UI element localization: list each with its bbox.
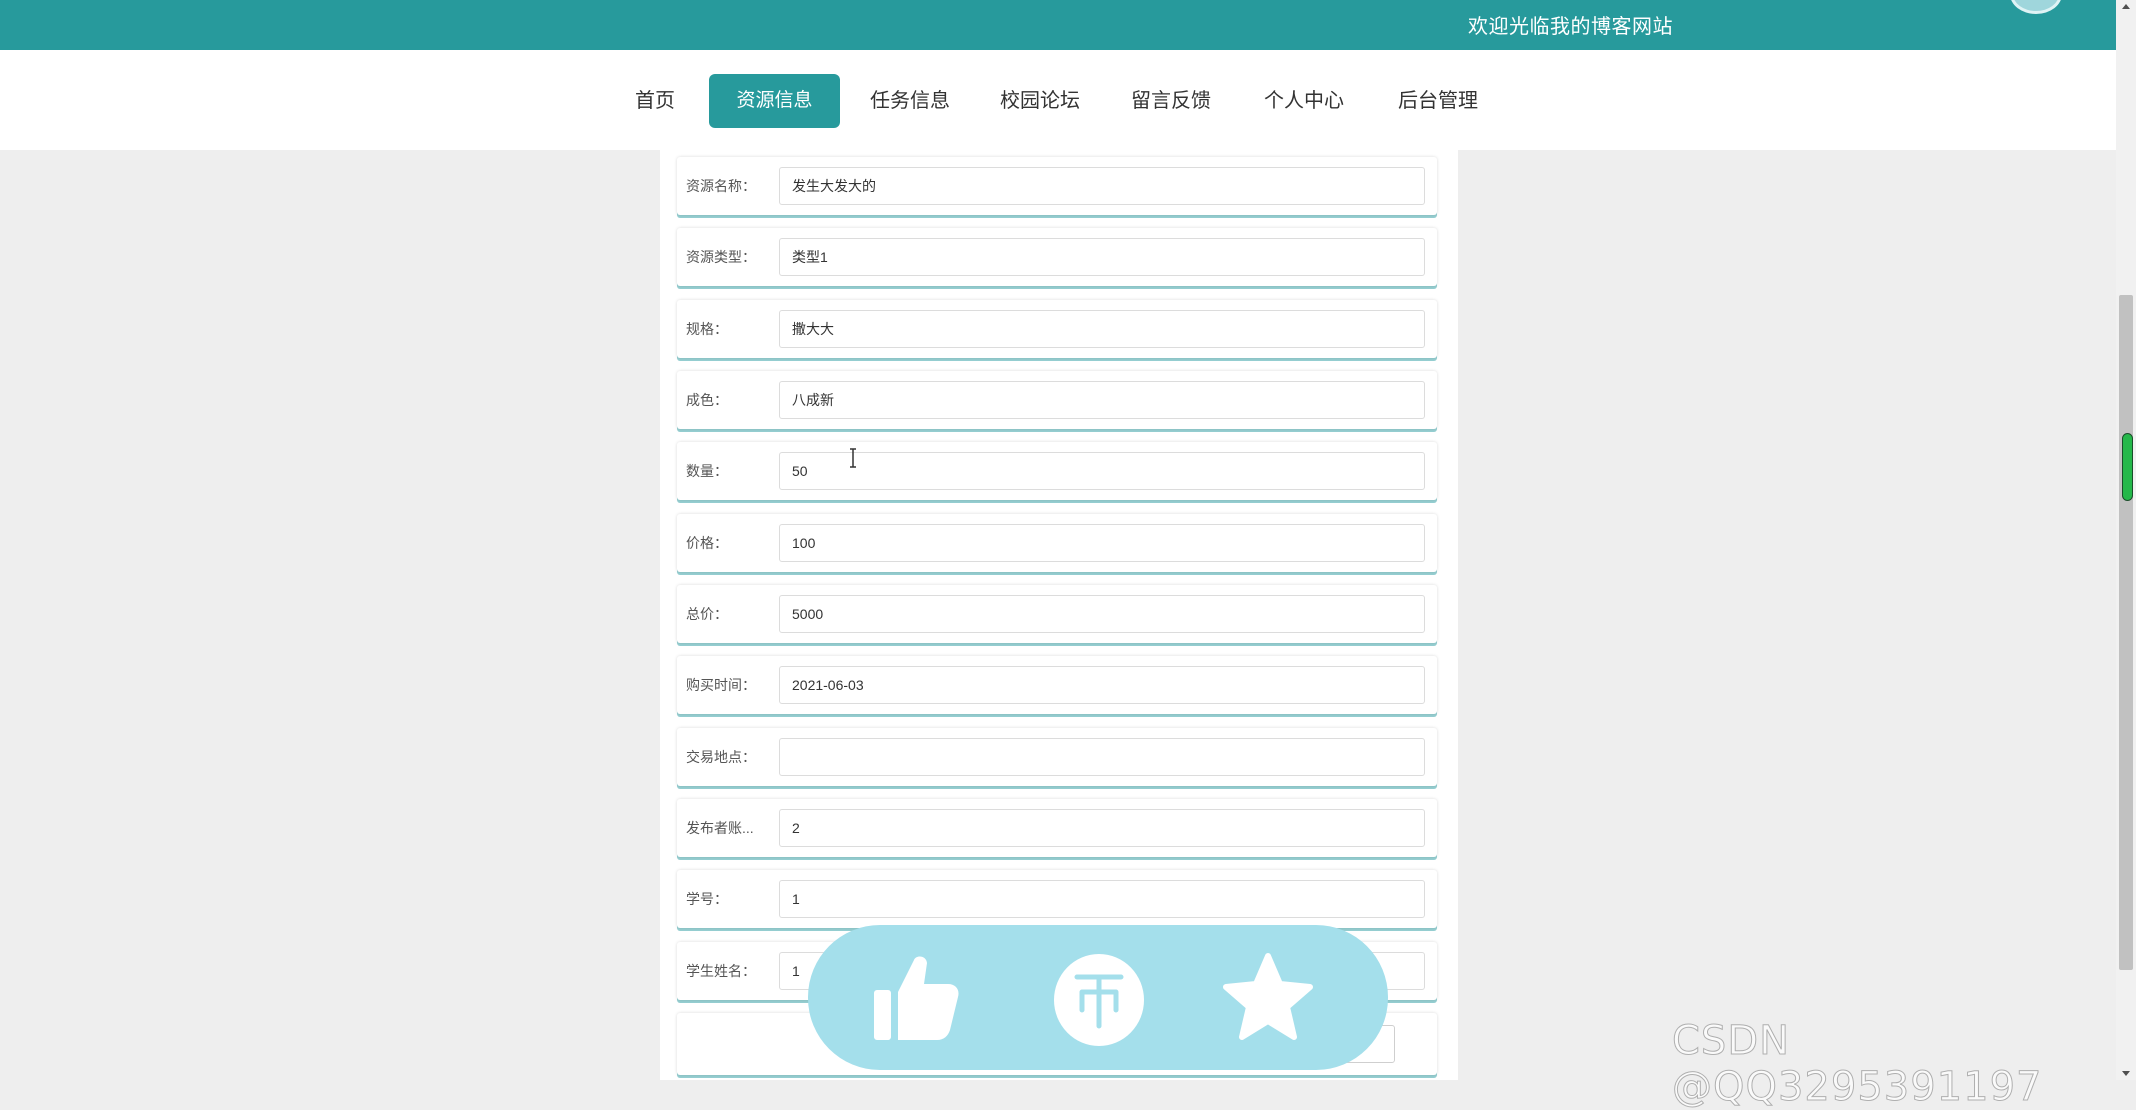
field-label: 资源名称： (686, 178, 756, 194)
price-field[interactable] (779, 524, 1425, 562)
nav-item-resources[interactable]: 资源信息 (709, 74, 840, 128)
field-label: 购买时间： (686, 677, 756, 693)
avatar[interactable] (2010, 0, 2062, 14)
spec-field[interactable] (779, 310, 1425, 348)
condition-field[interactable] (779, 381, 1425, 419)
form-row-condition: 成色： (677, 371, 1437, 429)
thumbs-up-icon[interactable] (868, 950, 964, 1046)
form-row-quantity: 数量： (677, 442, 1437, 500)
scrollbar-thumb[interactable] (2119, 295, 2133, 970)
floating-scroll-indicator[interactable] (2123, 434, 2132, 500)
text-cursor-icon (850, 448, 856, 468)
field-label: 规格： (686, 321, 728, 337)
field-label: 发布者账... (686, 820, 754, 836)
field-label: 学号： (686, 891, 728, 907)
form-row-publisher: 发布者账... (677, 799, 1437, 857)
form-row-total: 总价： (677, 585, 1437, 643)
nav-item-admin[interactable]: 后台管理 (1388, 74, 1488, 128)
main-nav: 首页 资源信息 任务信息 校园论坛 留言反馈 个人中心 后台管理 (0, 50, 2116, 150)
resource-type-field[interactable] (779, 238, 1425, 276)
watermark: CSDN @QQ3295391197 (1672, 1018, 2043, 1110)
quantity-field[interactable] (779, 452, 1425, 490)
form-row-price: 价格： (677, 514, 1437, 572)
page-scrollbar[interactable] (2116, 0, 2136, 1080)
form-row-resource-name: 资源名称： (677, 157, 1437, 215)
field-label: 成色： (686, 392, 728, 408)
nav-item-feedback[interactable]: 留言反馈 (1121, 74, 1221, 128)
field-label: 价格： (686, 535, 728, 551)
field-label: 交易地点： (686, 749, 756, 765)
form-row-student-id: 学号： (677, 870, 1437, 928)
field-label: 资源类型： (686, 249, 756, 265)
star-icon[interactable] (1220, 950, 1316, 1046)
total-price-field[interactable] (779, 595, 1425, 633)
location-field[interactable] (779, 738, 1425, 776)
field-label: 总价： (686, 606, 728, 622)
coin-icon[interactable] (1051, 950, 1147, 1046)
purchase-time-field[interactable] (779, 666, 1425, 704)
resource-name-field[interactable] (779, 167, 1425, 205)
student-id-field[interactable] (779, 880, 1425, 918)
scroll-up-icon[interactable] (2122, 4, 2130, 9)
welcome-text: 欢迎光临我的博客网站 (1468, 14, 1673, 38)
form-row-spec: 规格： (677, 300, 1437, 358)
form-row-location: 交易地点： (677, 728, 1437, 786)
nav-item-home[interactable]: 首页 (620, 74, 690, 128)
nav-item-forum[interactable]: 校园论坛 (990, 74, 1090, 128)
publisher-account-field[interactable] (779, 809, 1425, 847)
floating-action-bar (808, 925, 1388, 1070)
nav-item-profile[interactable]: 个人中心 (1254, 74, 1354, 128)
form-row-purchase-time: 购买时间： (677, 656, 1437, 714)
nav-item-tasks[interactable]: 任务信息 (860, 74, 960, 128)
form-row-resource-type: 资源类型： (677, 228, 1437, 286)
top-banner: 欢迎光临我的博客网站 (0, 0, 2116, 50)
field-label: 数量： (686, 463, 728, 479)
field-label: 学生姓名： (686, 963, 756, 979)
